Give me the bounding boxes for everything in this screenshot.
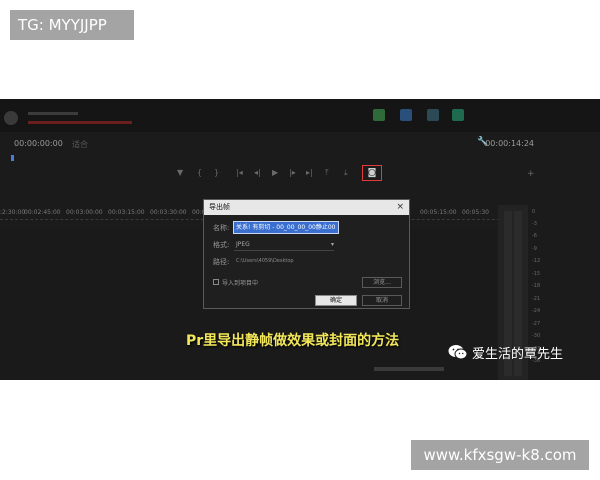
- top-text-placeholder: [28, 112, 78, 115]
- timecode-left[interactable]: 00:00:00:00: [14, 139, 63, 148]
- add-button-icon[interactable]: +: [527, 169, 535, 179]
- export-frame-camera-icon[interactable]: ◙: [362, 165, 382, 181]
- meter-scale-label: -9: [532, 246, 537, 252]
- ruler-tick: 00:05:15:00: [420, 209, 457, 216]
- timecode-right: 00:00:14:24: [485, 139, 534, 148]
- go-to-out-icon[interactable]: ▸|: [306, 169, 313, 177]
- dialog-title: 导出帧: [209, 203, 230, 211]
- format-label: 格式:: [213, 241, 230, 249]
- format-value: JPEG: [236, 241, 250, 248]
- meter-scale-label: -18: [532, 283, 541, 289]
- premiere-screenshot: 00:00:00:00 适合 🔧 00:00:14:24 ▼ { } |◂ ◂|…: [0, 99, 600, 380]
- video-caption: Pr里导出静帧做效果或封面的方法: [186, 333, 400, 349]
- meter-scale-label: -6: [532, 233, 537, 239]
- meter-scale-label: 0: [532, 209, 536, 215]
- ruler-tick: 00:02:45:00: [24, 209, 61, 216]
- green-app-icon[interactable]: [373, 109, 385, 121]
- ok-button[interactable]: 确定: [315, 295, 357, 306]
- format-select[interactable]: JPEG ▾: [234, 239, 334, 251]
- wechat-icon: [448, 345, 468, 360]
- step-back-icon[interactable]: ◂|: [254, 169, 261, 177]
- watermark-url-text: www.kfxsgw-k8.com: [423, 446, 577, 464]
- browse-button[interactable]: 浏览...: [362, 277, 402, 288]
- overwrite-icon[interactable]: ⤓: [344, 169, 348, 177]
- top-bar: [0, 99, 600, 132]
- chevron-down-icon: ▾: [330, 241, 334, 248]
- import-into-project-checkbox[interactable]: [213, 279, 219, 285]
- top-red-line: [28, 121, 132, 124]
- path-label: 路径:: [213, 258, 230, 266]
- fit-dropdown[interactable]: 适合: [72, 139, 88, 150]
- blue-app-icon[interactable]: [400, 109, 412, 121]
- wechat-account-name: 爱生活的覃先生: [472, 347, 564, 362]
- ruler-tick: 00:03:00:00: [66, 209, 103, 216]
- step-forward-icon[interactable]: |▸: [289, 169, 296, 177]
- import-into-project-label: 导入到项目中: [222, 280, 259, 287]
- teal-app-icon[interactable]: [427, 109, 439, 121]
- meter-scale-label: -3: [532, 221, 537, 227]
- meter-scale-label: -12: [532, 258, 541, 264]
- export-frame-dialog: 导出帧 × 名称: 关系! 有剪切 - 00_00_00_00静止00 格式: …: [203, 199, 410, 309]
- path-value: C:\Users\4059\Desktop: [236, 258, 294, 264]
- timecode-row: 00:00:00:00 适合 🔧 00:00:14:24: [0, 132, 600, 154]
- avatar: [4, 111, 18, 125]
- name-label: 名称:: [213, 224, 230, 232]
- tg-badge: TG: MYYJJPP: [10, 10, 134, 40]
- playhead-marker[interactable]: [11, 155, 14, 161]
- ruler-tick: 00:03:30:00: [150, 209, 187, 216]
- watermark-url: www.kfxsgw-k8.com: [411, 440, 589, 470]
- meter-scale-label: -24: [532, 308, 541, 314]
- phone-app-icon[interactable]: [452, 109, 464, 121]
- insert-icon[interactable]: ⤒: [325, 169, 329, 177]
- ruler-tick: :2:30:00: [0, 209, 26, 216]
- close-icon[interactable]: ×: [396, 200, 404, 215]
- play-icon[interactable]: ▶: [272, 169, 278, 177]
- meter-scale-label: -21: [532, 296, 541, 302]
- ruler-tick: 00:05:30: [462, 209, 489, 216]
- marker-icon[interactable]: ▼: [177, 169, 183, 177]
- ruler-tick: 00:03:15:00: [108, 209, 145, 216]
- go-to-in-icon[interactable]: |◂: [236, 169, 243, 177]
- mark-out-icon[interactable]: }: [214, 169, 219, 177]
- dialog-titlebar[interactable]: 导出帧 ×: [204, 200, 409, 215]
- tg-label: TG: MYYJJPP: [18, 16, 107, 34]
- name-input[interactable]: 关系! 有剪切 - 00_00_00_00静止00: [233, 221, 339, 234]
- mark-in-icon[interactable]: {: [197, 169, 202, 177]
- cancel-button[interactable]: 取消: [362, 295, 402, 306]
- transport-controls: ▼ { } |◂ ◂| ▶ |▸ ▸| ⤒ ⤓ ◙ +: [0, 155, 600, 185]
- meter-scale-label: -30: [532, 333, 541, 339]
- meter-scale-label: -27: [532, 321, 541, 327]
- meter-scale-label: -15: [532, 271, 541, 277]
- bottom-text-placeholder: [374, 367, 444, 371]
